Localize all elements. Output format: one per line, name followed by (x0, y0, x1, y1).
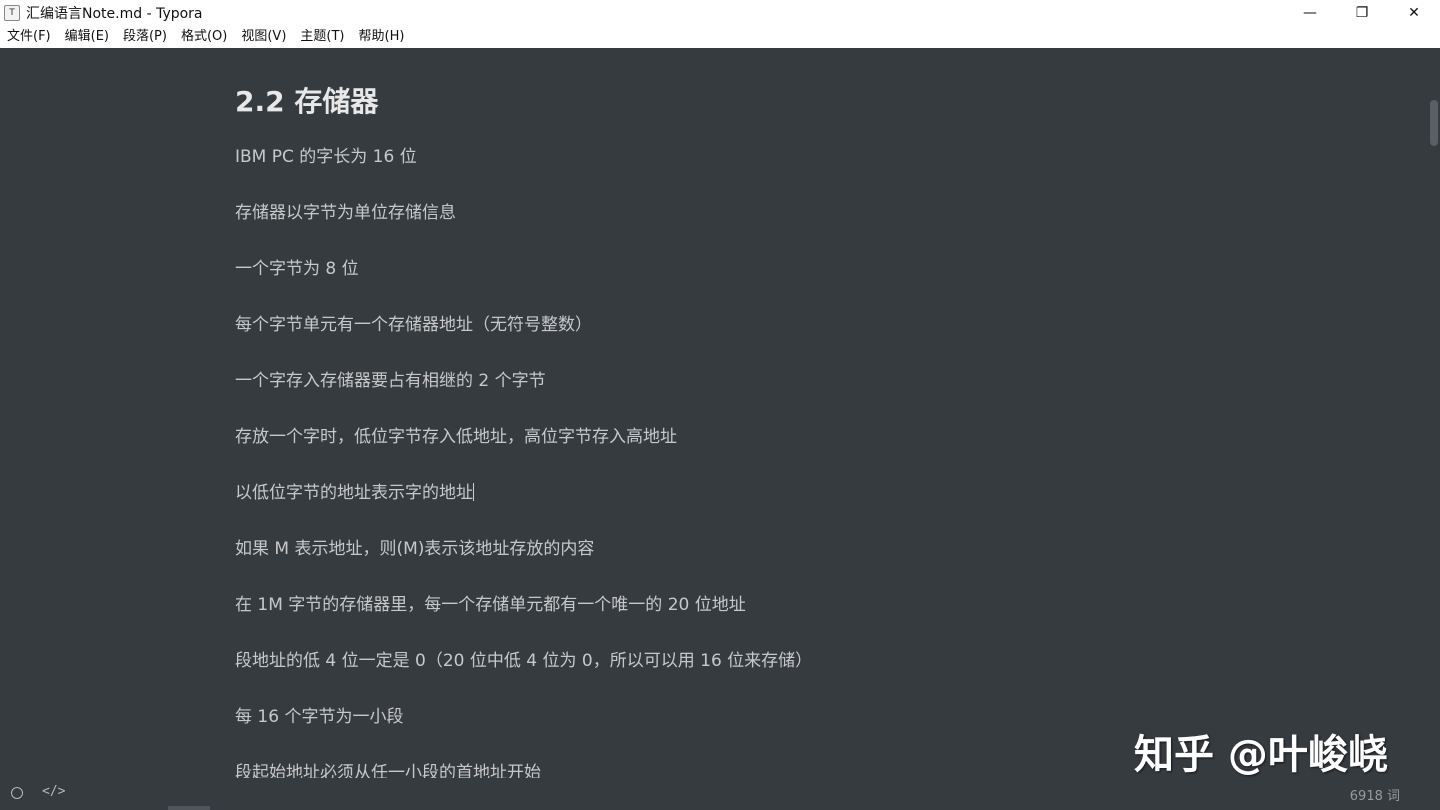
paragraph[interactable]: 段起始地址必须从任一小段的首地址开始 (235, 758, 541, 778)
window-controls: — ❐ ✕ (1284, 0, 1440, 26)
paragraph[interactable]: 段地址的低 4 位一定是 0（20 位中低 4 位为 0，所以可以用 16 位来… (235, 646, 812, 671)
paragraph[interactable]: 一个字存入存储器要占有相继的 2 个字节 (235, 366, 546, 391)
menu-file[interactable]: 文件(F) (0, 26, 58, 48)
title-bar: T 汇编语言Note.md - Typora — ❐ ✕ (0, 0, 1440, 26)
watermark: 知乎 @叶峻峣 (1134, 732, 1388, 778)
word-count[interactable]: 6918 词 (1350, 785, 1400, 804)
text-caret (473, 483, 474, 501)
paragraph[interactable]: 每 16 个字节为一小段 (235, 702, 403, 727)
menu-theme[interactable]: 主题(T) (293, 26, 351, 48)
restore-button[interactable]: ❐ (1336, 0, 1388, 26)
paragraph[interactable]: 存储器以字节为单位存储信息 (235, 198, 456, 223)
menu-paragraph[interactable]: 段落(P) (116, 26, 174, 48)
menu-format[interactable]: 格式(O) (174, 26, 234, 48)
outline-toggle-icon[interactable] (11, 787, 23, 799)
source-code-toggle-icon[interactable]: </> (42, 784, 65, 799)
status-tab-indicator (168, 806, 210, 810)
paragraph-with-caret[interactable]: 以低位字节的地址表示字的地址 (235, 478, 474, 503)
paragraph[interactable]: 存放一个字时，低位字节存入低地址，高位字节存入高地址 (235, 422, 677, 447)
scrollbar-thumb[interactable] (1430, 100, 1438, 146)
vertical-scrollbar[interactable] (1428, 48, 1440, 778)
paragraph[interactable]: IBM PC 的字长为 16 位 (235, 142, 417, 167)
paragraph-text[interactable]: 以低位字节的地址表示字的地址 (235, 483, 473, 503)
editor-area[interactable]: 2.2 存储器 IBM PC 的字长为 16 位 存储器以字节为单位存储信息 一… (0, 48, 1428, 778)
section-heading[interactable]: 2.2 存储器 (235, 80, 378, 120)
paragraph[interactable]: 一个字节为 8 位 (235, 254, 359, 279)
paragraph[interactable]: 在 1M 字节的存储器里，每一个存储单元都有一个唯一的 20 位地址 (235, 590, 746, 615)
window-title: 汇编语言Note.md - Typora (26, 6, 203, 22)
menu-view[interactable]: 视图(V) (234, 26, 293, 48)
paragraph[interactable]: 每个字节单元有一个存储器地址（无符号整数） (235, 310, 592, 335)
paragraph[interactable]: 如果 M 表示地址，则(M)表示该地址存放的内容 (235, 534, 594, 559)
close-button[interactable]: ✕ (1388, 0, 1440, 26)
menu-bar: 文件(F) 编辑(E) 段落(P) 格式(O) 视图(V) 主题(T) 帮助(H… (0, 26, 1440, 49)
menu-help[interactable]: 帮助(H) (352, 26, 412, 48)
menu-edit[interactable]: 编辑(E) (58, 26, 116, 48)
typora-app-icon: T (4, 5, 20, 21)
minimize-button[interactable]: — (1284, 0, 1336, 26)
status-bar: </> 6918 词 (0, 778, 1440, 810)
